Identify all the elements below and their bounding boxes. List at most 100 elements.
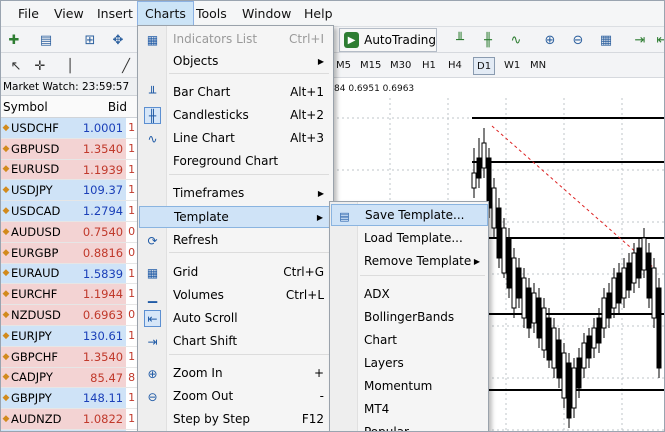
- column-symbol[interactable]: Symbol: [1, 96, 87, 117]
- menu-file[interactable]: File: [11, 1, 46, 27]
- market-watch-row[interactable]: ◆ USDCAD 1.2794 1: [1, 201, 140, 222]
- template-item-mt4[interactable]: MT4: [331, 398, 488, 420]
- line-chart-icon[interactable]: ∿: [505, 29, 527, 51]
- timeframe-m30[interactable]: M30: [387, 57, 414, 75]
- market-watch-row[interactable]: ◆ GBPCHF 1.3540 1: [1, 346, 140, 368]
- bar-chart-icon[interactable]: ╨: [449, 29, 471, 51]
- menu-item-chart-shift[interactable]: ⇥ Chart Shift: [139, 330, 333, 352]
- vertical-line-icon[interactable]: │: [59, 55, 81, 77]
- market-watch-row[interactable]: ◆ GBPUSD 1.3540 1: [1, 138, 140, 160]
- menu-item-step-by-step[interactable]: Step by Step F12: [139, 408, 333, 430]
- zoom-out-icon[interactable]: ⊖: [567, 29, 589, 51]
- template-item-save-template[interactable]: ▤ Save Template...: [331, 204, 488, 226]
- crosshair-icon[interactable]: ✛: [29, 55, 51, 77]
- menu-item-label: MT4: [364, 402, 390, 416]
- timeframe-h4[interactable]: H4: [445, 57, 465, 75]
- terminal-window: File View Insert Charts Tools Window Hel…: [0, 0, 665, 432]
- candle-body: [606, 292, 612, 319]
- market-watch-icon[interactable]: ⊞: [79, 29, 101, 51]
- menu-item-timeframes[interactable]: Timeframes ▶: [139, 182, 333, 204]
- market-watch-row[interactable]: ◆ NZDUSD 0.6963 0: [1, 305, 140, 326]
- template-item-chart[interactable]: Chart: [331, 329, 488, 351]
- tile-windows-icon[interactable]: ▦: [595, 29, 617, 51]
- bid-cell: 0.8816: [76, 242, 127, 263]
- menu-item-candlesticks[interactable]: ╫ Candlesticks Alt+2: [139, 104, 333, 126]
- template-item-layers[interactable]: Layers: [331, 352, 488, 374]
- menu-item-template[interactable]: Template ▶: [139, 206, 333, 228]
- zoom-in-icon[interactable]: ⊕: [539, 29, 561, 51]
- menu-help[interactable]: Help: [297, 1, 340, 27]
- symbol-arrow-icon: ◆: [2, 247, 10, 258]
- candle-body: [526, 287, 532, 329]
- zoom-out-icon: ⊖: [147, 389, 158, 404]
- menu-window[interactable]: Window: [235, 1, 298, 27]
- menu-item-objects[interactable]: Objects ▶: [139, 50, 333, 72]
- market-watch-row[interactable]: ◆ EURCHF 1.1944 1: [1, 284, 140, 306]
- menu-tools[interactable]: Tools: [189, 1, 234, 27]
- menu-insert[interactable]: Insert: [90, 1, 140, 27]
- menu-charts[interactable]: Charts: [137, 1, 194, 27]
- timeframe-mn[interactable]: MN: [527, 57, 549, 75]
- chart-shift-icon: ⇥: [147, 334, 158, 349]
- template-item-popular[interactable]: Popular: [331, 421, 488, 431]
- symbol-cell: ◆ GBPJPY: [1, 388, 77, 409]
- candle-body: [576, 357, 582, 389]
- market-watch-row[interactable]: ◆ GBPJPY 148.11 1: [1, 388, 140, 410]
- market-watch-row[interactable]: ◆ AUDUSD 0.7540 0: [1, 221, 140, 243]
- market-watch-row[interactable]: ◆ CADJPY 85.47 8: [1, 367, 140, 389]
- symbol-arrow-icon: ◆: [2, 185, 10, 196]
- market-watch-row[interactable]: ◆ EURAUD 1.5839 1: [1, 263, 140, 285]
- template-item-load-template[interactable]: Load Template...: [331, 227, 488, 249]
- menu-separator: [360, 275, 485, 276]
- menu-item-bar-chart[interactable]: ╨ Bar Chart Alt+1: [139, 81, 333, 103]
- menu-item-volumes[interactable]: ▁ Volumes Ctrl+L: [139, 284, 333, 306]
- navigator-icon[interactable]: ✥: [107, 29, 129, 51]
- timeframe-m5[interactable]: M5: [333, 57, 354, 75]
- timeframe-w1[interactable]: W1: [501, 57, 523, 75]
- timeframe-m15[interactable]: M15: [357, 57, 384, 75]
- template-item-momentum[interactable]: Momentum: [331, 375, 488, 397]
- menu-item-label: Timeframes: [173, 186, 245, 200]
- menu-item-zoom-in[interactable]: ⊕ Zoom In +: [139, 362, 333, 384]
- symbol-name: AUDNZD: [11, 412, 62, 427]
- menu-item-foreground-chart[interactable]: Foreground Chart: [139, 150, 333, 172]
- market-watch-row[interactable]: ◆ EURUSD 1.1939 1: [1, 159, 140, 181]
- chart-shift-icon[interactable]: ⇥: [629, 29, 651, 51]
- candlesticks-icon[interactable]: ╫: [477, 29, 499, 51]
- market-watch-row[interactable]: ◆ USDJPY 109.37 1: [1, 180, 140, 202]
- column-bid[interactable]: Bid: [87, 96, 127, 117]
- template-item-bollingerbands[interactable]: BollingerBands: [331, 306, 488, 328]
- template-item-adx[interactable]: ADX: [331, 283, 488, 305]
- market-watch-row[interactable]: ◆ EURJPY 130.61 1: [1, 325, 140, 347]
- menu-item-zoom-out[interactable]: ⊖ Zoom Out -: [139, 385, 333, 407]
- candle-body: [556, 339, 562, 379]
- submenu-arrow-icon: ▶: [316, 212, 323, 222]
- candle-body: [566, 362, 572, 419]
- market-watch-row[interactable]: ◆ AUDNZD 1.0822 1: [1, 409, 140, 430]
- auto-scroll-icon[interactable]: ⇤: [651, 29, 664, 51]
- template-item-remove-template[interactable]: Remove Template ▶: [331, 250, 488, 272]
- menu-item-shortcut: F12: [301, 412, 324, 426]
- profiles-icon[interactable]: ▤: [35, 29, 57, 51]
- trendline-icon[interactable]: ╱: [115, 55, 137, 77]
- candle-body: [531, 292, 537, 324]
- menu-view[interactable]: View: [47, 1, 91, 27]
- autotrading-button[interactable]: ▶ AutoTrading: [339, 28, 437, 52]
- menu-item-line-chart[interactable]: ∿ Line Chart Alt+3: [139, 127, 333, 149]
- menu-item-label: Momentum: [364, 379, 433, 393]
- timeframe-h1[interactable]: H1: [419, 57, 439, 75]
- menu-item-refresh[interactable]: ⟳ Refresh: [139, 229, 333, 251]
- indicators-icon: ▦: [146, 32, 159, 47]
- new-order-icon[interactable]: ✚: [3, 29, 25, 51]
- market-watch-title: Market Watch: 23:59:57: [1, 78, 140, 96]
- cursor-icon[interactable]: ↖: [5, 55, 27, 77]
- market-watch-row[interactable]: ◆ USDCHF 1.0001 1: [1, 118, 140, 139]
- bid-cell: 0.6963: [76, 305, 127, 325]
- menu-separator: [169, 252, 329, 253]
- menu-item-grid[interactable]: ▦ Grid Ctrl+G: [139, 261, 333, 283]
- market-watch-row[interactable]: ◆ EURGBP 0.8816 0: [1, 242, 140, 264]
- menu-separator: [169, 354, 329, 355]
- timeframe-d1[interactable]: D1: [473, 57, 496, 75]
- menu-item-auto-scroll[interactable]: ⇤ Auto Scroll: [139, 307, 333, 329]
- candle-body: [561, 352, 567, 399]
